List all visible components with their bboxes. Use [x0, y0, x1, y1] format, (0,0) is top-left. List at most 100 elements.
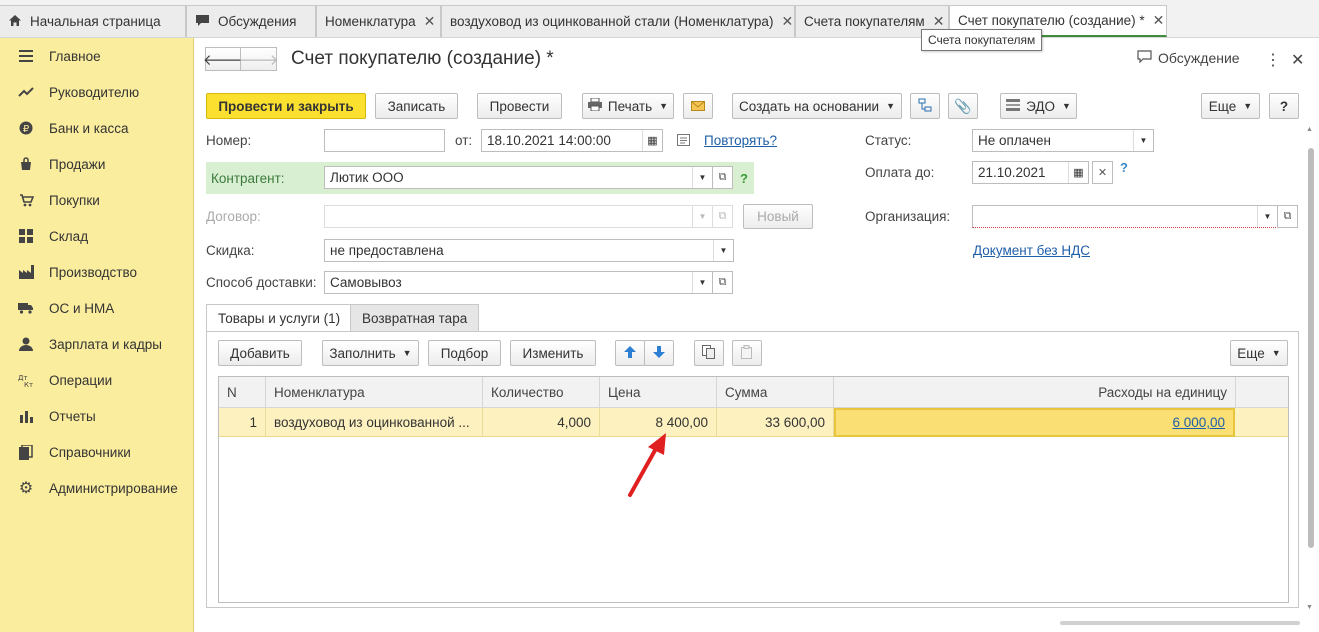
move-up-button[interactable]	[615, 340, 645, 366]
cell-item[interactable]: воздуховод из оцинкованной ...	[266, 408, 483, 437]
status-select[interactable]: Не оплачен ▼	[972, 129, 1154, 152]
add-row-button[interactable]: Добавить	[218, 340, 302, 366]
save-button[interactable]: Записать	[375, 93, 458, 119]
print-button[interactable]: Печать ▼	[582, 93, 674, 119]
copy-rows-button[interactable]	[694, 340, 724, 366]
post-button[interactable]: Провести	[477, 93, 562, 119]
structure-button[interactable]	[910, 93, 940, 119]
move-down-button[interactable]	[644, 340, 674, 366]
tab-discussions[interactable]: Обсуждения	[186, 5, 316, 37]
chevron-down-icon: ▼	[659, 101, 669, 111]
selection-button[interactable]: Подбор	[428, 340, 501, 366]
calendar-icon[interactable]: ▦	[1068, 162, 1088, 183]
close-form-icon[interactable]: ✕	[1291, 50, 1304, 70]
cell-sum[interactable]: 33 600,00	[717, 408, 834, 437]
close-icon[interactable]: ✕	[933, 13, 945, 30]
table-more-button[interactable]: Еще ▼	[1230, 340, 1288, 366]
close-icon[interactable]: ✕	[424, 13, 436, 30]
paste-rows-button[interactable]	[732, 340, 762, 366]
forward-button[interactable]: 🡒	[238, 47, 279, 71]
discount-select[interactable]: не предоставлена ▼	[324, 239, 734, 262]
column-header-cost-per-unit[interactable]: Расходы на единицу	[834, 377, 1236, 408]
pay-until-help-icon[interactable]: ?	[1120, 160, 1128, 175]
sidebar-item-operations[interactable]: Дт Кт Операции	[0, 362, 194, 398]
attach-button[interactable]: 📎	[948, 93, 978, 119]
tab-home[interactable]: Начальная страница	[0, 5, 186, 37]
post-and-close-button[interactable]: Провести и закрыть	[206, 93, 366, 119]
new-contract-button[interactable]: Новый	[743, 204, 813, 229]
tab-label: Обсуждения	[218, 14, 297, 29]
edo-button[interactable]: ЭДО ▼	[1000, 93, 1077, 119]
column-header-qty[interactable]: Количество	[483, 377, 600, 408]
date-input[interactable]: 18.10.2021 14:00:00 ▦	[481, 129, 663, 152]
open-contract-button[interactable]: ⧉	[712, 205, 733, 228]
open-organization-button[interactable]: ⧉	[1277, 205, 1298, 228]
cell-n[interactable]: 1	[219, 408, 266, 437]
tab-returnable-packaging[interactable]: Возвратная тара	[350, 304, 480, 332]
tab-goods-services[interactable]: Товары и услуги (1)	[206, 304, 353, 332]
contract-input[interactable]: ▼	[324, 205, 713, 228]
scroll-up-icon[interactable]: ▲	[1306, 126, 1313, 133]
more-label: Еще	[1237, 345, 1265, 361]
tab-nomenclature[interactable]: Номенклатура ✕	[316, 5, 441, 37]
sidebar-item-assets[interactable]: ОС и НМА	[0, 290, 194, 326]
delivery-input[interactable]: Самовывоз ▼	[324, 271, 713, 294]
contragent-help-icon[interactable]: ?	[740, 171, 748, 186]
fill-button[interactable]: Заполнить ▼	[322, 340, 419, 366]
sidebar: Главное Руководителю ₽ Банк и касса Прод…	[0, 38, 194, 632]
tab-bar: Начальная страница Обсуждения Номенклату…	[0, 0, 1319, 38]
sidebar-item-admin[interactable]: ⚙ Администрирование	[0, 470, 194, 506]
cell-cost-per-unit[interactable]: 6 000,00	[834, 408, 1235, 437]
repeat-link[interactable]: Повторять?	[704, 133, 777, 148]
organization-input[interactable]: ▼	[972, 205, 1278, 228]
sidebar-item-reports[interactable]: Отчеты	[0, 398, 194, 434]
more-button[interactable]: Еще ▼	[1201, 93, 1260, 119]
sidebar-item-sales[interactable]: Продажи	[0, 146, 194, 182]
horizontal-scrollbar[interactable]	[1060, 621, 1300, 625]
contragent-input[interactable]: Лютик ООО ▼	[324, 166, 713, 189]
sidebar-item-salary[interactable]: Зарплата и кадры	[0, 326, 194, 362]
clear-date-button[interactable]: ✕	[1092, 161, 1113, 184]
scroll-thumb[interactable]	[1308, 148, 1314, 548]
scroll-down-icon[interactable]: ▼	[1306, 604, 1313, 611]
number-input[interactable]	[324, 129, 445, 152]
help-button[interactable]: ?	[1269, 93, 1299, 119]
create-based-on-button[interactable]: Создать на основании ▼	[732, 93, 902, 119]
no-vat-document-link[interactable]: Документ без НДС	[973, 243, 1090, 258]
tab-label: Начальная страница	[30, 14, 161, 29]
sidebar-item-manager[interactable]: Руководителю	[0, 74, 194, 110]
chevron-down-icon[interactable]: ▼	[713, 240, 733, 261]
pay-until-label: Оплата до:	[865, 165, 935, 180]
sidebar-item-catalogs[interactable]: Справочники	[0, 434, 194, 470]
cell-qty[interactable]: 4,000	[483, 408, 600, 437]
pay-until-input[interactable]: 21.10.2021 ▦	[972, 161, 1089, 184]
vertical-scrollbar[interactable]: ▲ ▼	[1305, 118, 1315, 618]
calendar-icon[interactable]: ▦	[642, 130, 662, 151]
discussion-button[interactable]: Обсуждение	[1137, 50, 1240, 66]
open-contragent-button[interactable]: ⧉	[712, 166, 733, 189]
sidebar-item-warehouse[interactable]: Склад	[0, 218, 194, 254]
tab-duct-item[interactable]: воздуховод из оцинкованной стали (Номенк…	[441, 5, 795, 37]
sidebar-item-bank[interactable]: ₽ Банк и касса	[0, 110, 194, 146]
column-header-price[interactable]: Цена	[600, 377, 717, 408]
close-icon[interactable]: ✕	[1153, 12, 1165, 29]
close-icon[interactable]: ✕	[781, 13, 793, 30]
document-icon[interactable]	[677, 134, 690, 149]
chevron-down-icon[interactable]: ▼	[1257, 206, 1277, 227]
change-button[interactable]: Изменить	[510, 340, 596, 366]
back-button[interactable]: 🡐	[203, 47, 243, 71]
column-header-sum[interactable]: Сумма	[717, 377, 834, 408]
open-delivery-button[interactable]: ⧉	[712, 271, 733, 294]
more-vert-icon[interactable]: ⋮	[1265, 50, 1281, 70]
sidebar-item-main[interactable]: Главное	[0, 38, 194, 74]
column-header-item[interactable]: Номенклатура	[266, 377, 483, 408]
email-button[interactable]	[683, 93, 713, 119]
chevron-down-icon[interactable]: ▼	[1133, 130, 1153, 151]
chevron-down-icon[interactable]: ▼	[692, 206, 712, 227]
sidebar-item-purchases[interactable]: Покупки	[0, 182, 194, 218]
chevron-down-icon[interactable]: ▼	[692, 167, 712, 188]
chevron-down-icon[interactable]: ▼	[692, 272, 712, 293]
column-header-n[interactable]: N	[219, 377, 266, 408]
table-row[interactable]: 1 воздуховод из оцинкованной ... 4,000 8…	[219, 408, 1288, 437]
sidebar-item-production[interactable]: Производство	[0, 254, 194, 290]
